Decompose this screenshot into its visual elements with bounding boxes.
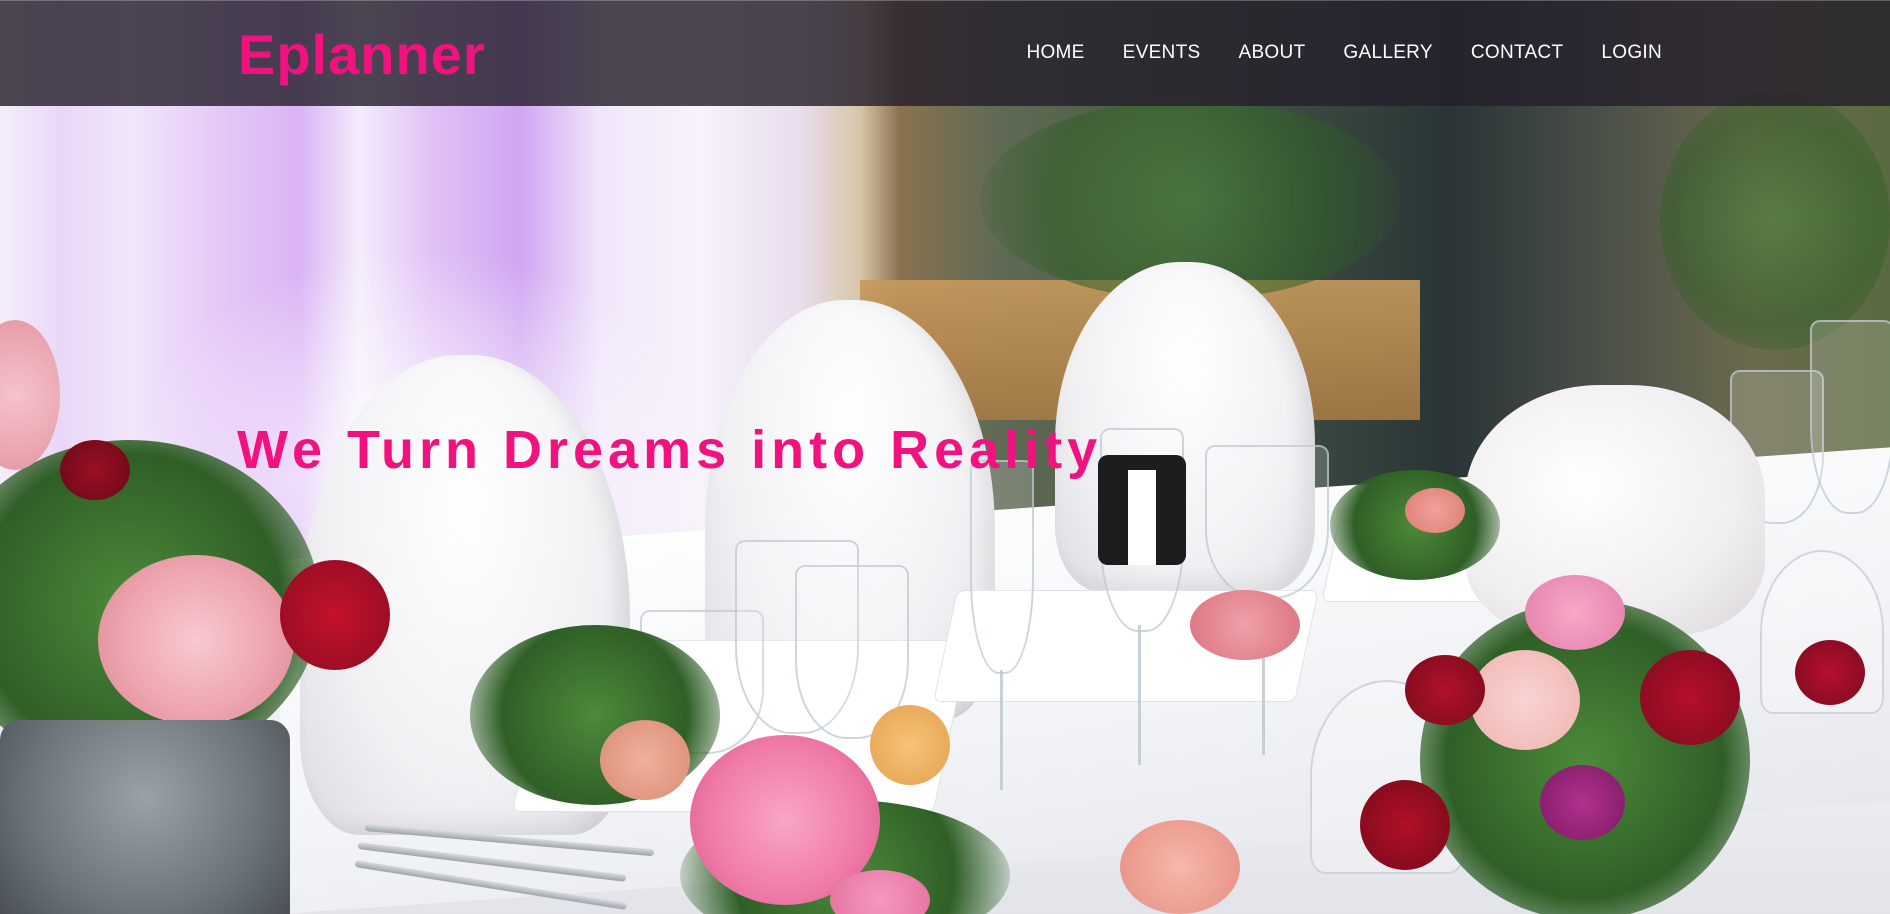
flower-vase xyxy=(0,720,290,914)
pink-rose-far-left xyxy=(0,320,60,470)
red-rose-bouquet-2 xyxy=(1405,655,1485,725)
blush-rose-bouquet xyxy=(1470,650,1580,750)
hero-section: Eplanner HOME EVENTS ABOUT GALLERY CONTA… xyxy=(0,0,1890,914)
background-plants-right xyxy=(1660,90,1890,350)
coral-flower-mid xyxy=(1405,488,1465,533)
nav-events-link[interactable]: EVENTS xyxy=(1123,41,1201,65)
red-rose-in-dome xyxy=(1360,780,1450,870)
red-rose-in-dome-2 xyxy=(1795,640,1865,705)
pink-rose-bouquet xyxy=(1525,575,1625,650)
brand-logo[interactable]: Eplanner xyxy=(238,23,486,87)
pink-rose-left xyxy=(98,555,294,725)
hero-headline: We Turn Dreams into Reality xyxy=(237,420,1103,480)
nav-about-link[interactable]: ABOUT xyxy=(1238,41,1305,65)
red-rose-bouquet xyxy=(1640,650,1740,745)
yellow-flower xyxy=(870,705,950,785)
nav-home-link[interactable]: HOME xyxy=(1026,41,1084,65)
top-navbar: Eplanner HOME EVENTS ABOUT GALLERY CONTA… xyxy=(0,0,1890,106)
peach-flower xyxy=(600,720,690,800)
wine-glass-6 xyxy=(1810,320,1890,514)
nav-login-link[interactable]: LOGIN xyxy=(1601,41,1662,65)
dark-rose-left xyxy=(60,440,130,500)
red-rose-left xyxy=(280,560,390,670)
nav-contact-link[interactable]: CONTACT xyxy=(1471,41,1564,65)
wine-glass-4 xyxy=(1205,445,1329,599)
pink-flower-plate xyxy=(1190,590,1300,660)
glass-stem-2 xyxy=(1138,625,1141,765)
main-nav: HOME EVENTS ABOUT GALLERY CONTACT LOGIN xyxy=(1026,41,1662,65)
tuxedo-shirt xyxy=(1128,470,1156,565)
glass-stem-1 xyxy=(1000,670,1003,790)
coral-flower-front xyxy=(1120,820,1240,914)
nav-gallery-link[interactable]: GALLERY xyxy=(1343,41,1432,65)
purple-flower-bouquet xyxy=(1540,765,1625,840)
champagne-flute-1 xyxy=(970,460,1034,674)
